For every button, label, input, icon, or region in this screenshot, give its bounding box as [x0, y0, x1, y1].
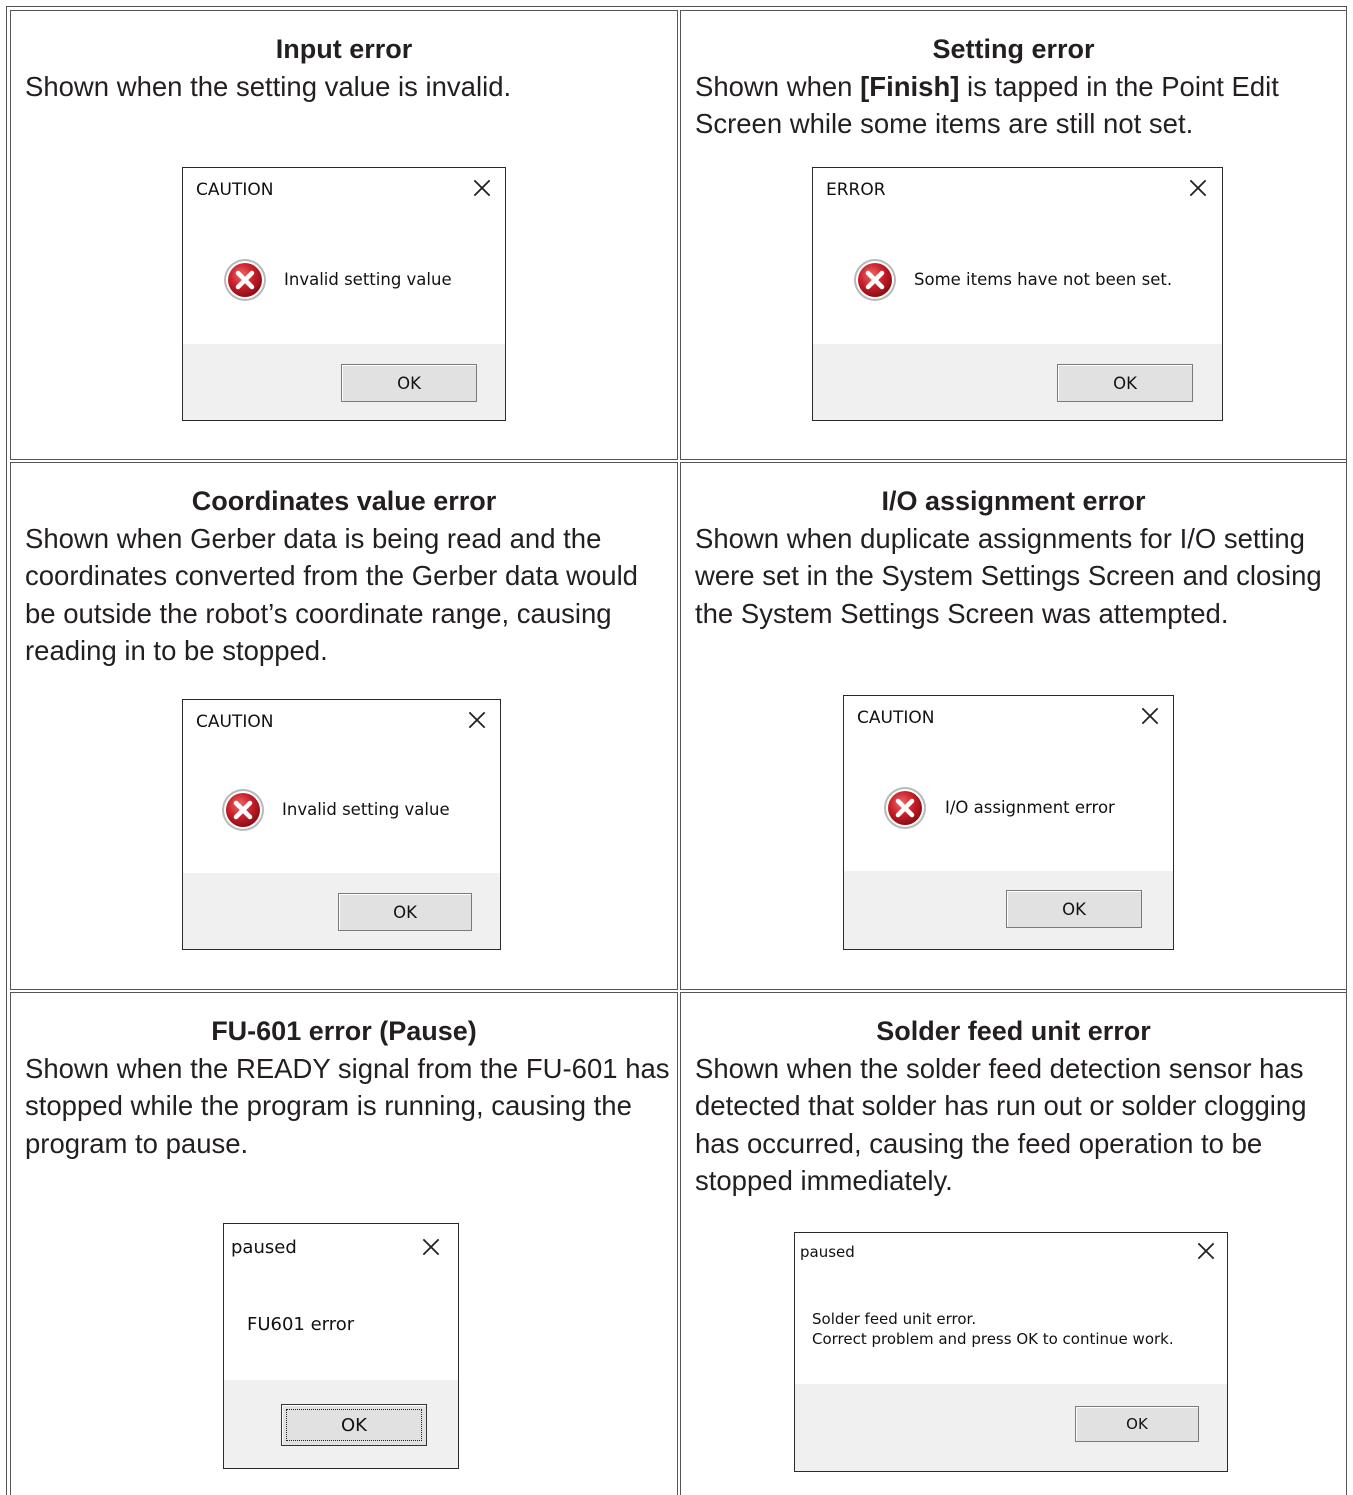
cell-title: FU-601 error (Pause)	[211, 1016, 477, 1046]
close-icon[interactable]	[1194, 1239, 1218, 1263]
dialog-message: Some items have not been set.	[914, 270, 1173, 289]
cell-title: I/O assignment error	[881, 486, 1146, 516]
dialog-message: FU601 error	[247, 1314, 355, 1335]
paused-dialog: paused Solder feed unit error. Correct p…	[794, 1232, 1228, 1472]
cell-title: Setting error	[932, 34, 1095, 64]
ok-button[interactable]: OK	[1075, 1406, 1199, 1442]
error-icon	[223, 258, 267, 302]
cell-description: Shown when the setting value is invalid.	[25, 71, 512, 102]
dialog-title: CAUTION	[196, 180, 274, 200]
close-icon[interactable]	[1186, 176, 1210, 200]
error-icon	[853, 258, 897, 302]
ok-button[interactable]: OK	[338, 893, 472, 931]
dialog-message-line-1: Solder feed unit error.	[812, 1310, 977, 1328]
paused-dialog: paused FU601 error OK	[223, 1223, 459, 1469]
ok-label: OK	[397, 373, 421, 393]
error-dialog: ERROR Some items have not been set. OK	[812, 167, 1223, 421]
caution-dialog: CAUTION Invalid setting value OK	[182, 699, 501, 950]
cell-description: Shown when duplicate assignments for I/O…	[695, 523, 1322, 629]
dialog-title: ERROR	[826, 180, 886, 200]
ok-label: OK	[1062, 899, 1086, 919]
desc-text: Shown when	[695, 71, 861, 102]
caution-dialog: CAUTION I/O assignment error OK	[843, 695, 1174, 950]
cell-title: Coordinates value error	[191, 486, 497, 516]
cell-fu601-error: FU-601 error (Pause) Shown when the READ…	[10, 992, 678, 1495]
ok-button[interactable]: OK	[1057, 364, 1193, 402]
dialog-message-line-2: Correct problem and press OK to continue…	[812, 1330, 1174, 1348]
error-icon	[883, 786, 927, 830]
ok-label: OK	[393, 902, 417, 922]
dialog-message: Invalid setting value	[282, 800, 450, 819]
cell-solder-feed-unit-error: Solder feed unit error Shown when the so…	[680, 992, 1347, 1495]
cell-title: Input error	[275, 34, 413, 64]
error-icon	[221, 788, 265, 832]
dialog-message: Invalid setting value	[284, 270, 452, 289]
ok-button[interactable]: OK	[1006, 890, 1142, 928]
cell-title: Solder feed unit error	[876, 1016, 1151, 1046]
cell-description: Shown when the READY signal from the FU-…	[25, 1053, 670, 1159]
dialog-title: CAUTION	[857, 708, 935, 728]
cell-setting-error: Setting error Shown when [Finish] is tap…	[680, 10, 1347, 460]
cell-description: Shown when the solder feed detection sen…	[695, 1053, 1307, 1196]
dialog-title: paused	[800, 1243, 855, 1261]
caution-dialog: CAUTION Invalid setting value OK	[182, 167, 506, 421]
dialog-title: paused	[231, 1237, 297, 1258]
ok-button[interactable]: OK	[341, 364, 477, 402]
cell-coordinates-value-error: Coordinates value error Shown when Gerbe…	[10, 462, 678, 990]
cell-description: Shown when Gerber data is being read and…	[25, 523, 638, 666]
close-icon[interactable]	[465, 708, 489, 732]
cell-io-assignment-error: I/O assignment error Shown when duplicat…	[680, 462, 1347, 990]
ok-button[interactable]: OK	[281, 1404, 427, 1446]
dialog-message: I/O assignment error	[945, 798, 1115, 817]
ok-label: OK	[1113, 373, 1137, 393]
dialog-title: CAUTION	[196, 712, 274, 732]
ok-label: OK	[1126, 1415, 1148, 1433]
close-icon[interactable]	[419, 1235, 443, 1259]
focus-rect	[286, 1409, 422, 1441]
close-icon[interactable]	[1138, 704, 1162, 728]
cell-description: Shown when [Finish] is tapped in the Poi…	[695, 68, 1340, 143]
finish-keyword: [Finish]	[860, 71, 960, 102]
cell-input-error: Input error Shown when the setting value…	[10, 10, 678, 460]
close-icon[interactable]	[470, 176, 494, 200]
